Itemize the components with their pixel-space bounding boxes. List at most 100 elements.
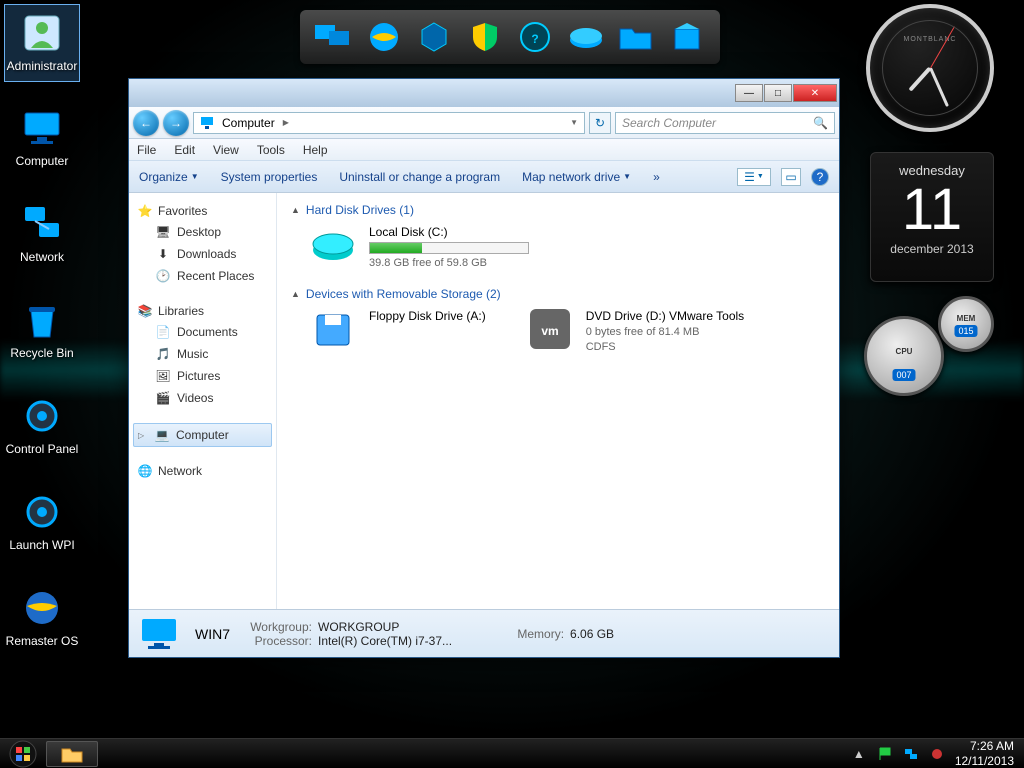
devices-header[interactable]: ▲Devices with Removable Storage (2) <box>291 287 825 301</box>
view-button[interactable]: ☰▼ <box>737 168 771 186</box>
cpu-value: 007 <box>892 369 915 381</box>
maximize-button[interactable]: □ <box>764 84 792 102</box>
calendar-gadget[interactable]: wednesday 11 december 2013 <box>870 152 994 282</box>
tray-chevron-icon[interactable]: ▲ <box>851 746 867 762</box>
minimize-button[interactable]: — <box>735 84 763 102</box>
tray-clock[interactable]: 7:26 AM 12/11/2013 <box>955 739 1014 768</box>
label: Network <box>20 250 64 264</box>
sidebar-item-recent[interactable]: 🕑Recent Places <box>133 265 272 287</box>
tray-flag-icon[interactable] <box>877 746 893 762</box>
download-icon: ⬇ <box>155 246 171 262</box>
dock-monitors-icon[interactable] <box>312 16 354 58</box>
dock-help-icon[interactable]: ? <box>514 16 556 58</box>
tray-network-icon[interactable] <box>903 746 919 762</box>
dock-box-icon[interactable] <box>666 16 708 58</box>
dock-disk-icon[interactable] <box>565 16 607 58</box>
chevron-right-icon: ▷ <box>138 431 148 440</box>
hdd-icon <box>309 225 357 265</box>
music-icon: 🎵 <box>155 346 171 362</box>
more-button[interactable]: » <box>653 170 660 184</box>
computer-icon <box>200 115 216 131</box>
start-button[interactable] <box>4 741 42 767</box>
videos-icon: 🎬 <box>155 390 171 406</box>
menu-edit[interactable]: Edit <box>174 143 195 157</box>
map-network-drive-button[interactable]: Map network drive▼ <box>522 170 631 184</box>
cpu-gadget[interactable]: CPU 007 MEM 015 <box>864 296 994 416</box>
address-bar[interactable]: Computer▶ ▼ <box>193 112 585 134</box>
menu-help[interactable]: Help <box>303 143 328 157</box>
second-hand <box>930 26 955 68</box>
desktop-icon-computer[interactable]: Computer <box>4 100 80 178</box>
menu-file[interactable]: File <box>137 143 156 157</box>
sidebar-item-downloads[interactable]: ⬇Downloads <box>133 243 272 265</box>
drive-local-c[interactable]: Local Disk (C:) 39.8 GB free of 59.8 GB <box>309 225 825 269</box>
desktop-icon-recyclebin[interactable]: Recycle Bin <box>4 292 80 370</box>
dock: ? <box>300 10 720 64</box>
taskbar-explorer[interactable] <box>46 741 98 767</box>
libraries-group: 📚Libraries 📄Documents 🎵Music 🖼Pictures 🎬… <box>133 301 272 409</box>
sidebar-item-documents[interactable]: 📄Documents <box>133 321 272 343</box>
organize-button[interactable]: Organize▼ <box>139 170 199 184</box>
sidebar-item-pictures[interactable]: 🖼Pictures <box>133 365 272 387</box>
menu-view[interactable]: View <box>213 143 239 157</box>
memory-value: 6.06 GB <box>570 627 614 641</box>
back-button[interactable]: ← <box>133 110 159 136</box>
search-icon: 🔍 <box>813 116 828 130</box>
sidebar-item-desktop[interactable]: 🖥Desktop <box>133 221 272 243</box>
network-icon: 🌐 <box>137 463 153 479</box>
search-input[interactable]: Search Computer 🔍 <box>615 112 835 134</box>
dock-shield-icon[interactable] <box>464 16 506 58</box>
minute-hand <box>929 67 949 107</box>
help-button[interactable]: ? <box>811 168 829 186</box>
favorites-group: ⭐Favorites 🖥Desktop ⬇Downloads 🕑Recent P… <box>133 201 272 287</box>
preview-pane-button[interactable]: ▭ <box>781 168 801 186</box>
calendar-month-year: december 2013 <box>871 242 993 256</box>
drive-name: DVD Drive (D:) VMware Tools <box>586 309 744 323</box>
label: Launch WPI <box>9 538 74 552</box>
hdd-header[interactable]: ▲Hard Disk Drives (1) <box>291 203 825 217</box>
forward-button[interactable]: → <box>163 110 189 136</box>
libraries-header[interactable]: 📚Libraries <box>133 301 272 321</box>
desktop-icon-network[interactable]: Network <box>4 196 80 274</box>
hour-hand <box>908 67 931 92</box>
sidebar-item-videos[interactable]: 🎬Videos <box>133 387 272 409</box>
sidebar-item-computer[interactable]: ▷💻Computer <box>133 423 272 447</box>
drive-name: Local Disk (C:) <box>369 225 529 239</box>
desktop-icon-administrator[interactable]: Administrator <box>4 4 80 82</box>
calendar-dow: wednesday <box>871 163 993 178</box>
desktop-icon-remasteros[interactable]: Remaster OS <box>4 580 80 658</box>
computer-group: ▷💻Computer <box>133 423 272 447</box>
floppy-icon <box>309 309 357 349</box>
drive-floppy-a[interactable]: Floppy Disk Drive (A:) <box>309 309 486 353</box>
sidebar-item-network[interactable]: 🌐Network <box>133 461 272 481</box>
breadcrumb-computer[interactable]: Computer▶ <box>222 116 289 130</box>
desktop: Administrator Computer Network Recycle B… <box>0 0 1024 738</box>
label: Recycle Bin <box>10 346 73 360</box>
menu-tools[interactable]: Tools <box>257 143 285 157</box>
close-button[interactable]: ✕ <box>793 84 837 102</box>
drive-dvd-d[interactable]: vm DVD Drive (D:) VMware Tools 0 bytes f… <box>526 309 744 353</box>
desktop-icon-launchwpi[interactable]: Launch WPI <box>4 484 80 562</box>
ie-icon <box>18 584 66 632</box>
pictures-icon: 🖼 <box>155 368 171 384</box>
system-properties-button[interactable]: System properties <box>221 170 318 184</box>
desktop-icon-controlpanel[interactable]: Control Panel <box>4 388 80 466</box>
favorites-header[interactable]: ⭐Favorites <box>133 201 272 221</box>
titlebar[interactable]: — □ ✕ <box>129 79 839 107</box>
sidebar-item-music[interactable]: 🎵Music <box>133 343 272 365</box>
processor-value: Intel(R) Core(TM) i7-37... <box>318 634 452 648</box>
uninstall-program-button[interactable]: Uninstall or change a program <box>339 170 500 184</box>
search-placeholder: Search Computer <box>622 116 716 130</box>
navigation-pane: ⭐Favorites 🖥Desktop ⬇Downloads 🕑Recent P… <box>129 193 277 609</box>
clock-brand: MONTBLANC <box>870 36 990 43</box>
dropdown-icon[interactable]: ▼ <box>570 118 578 127</box>
taskbar: ▲ 7:26 AM 12/11/2013 <box>0 738 1024 768</box>
clock-gadget[interactable]: MONTBLANC <box>866 4 994 132</box>
tray-volume-icon[interactable] <box>929 746 945 762</box>
dock-cube-icon[interactable] <box>413 16 455 58</box>
cpu-label: CPU <box>867 347 941 356</box>
dock-globe-icon[interactable] <box>363 16 405 58</box>
refresh-button[interactable]: ↻ <box>589 112 611 134</box>
dock-folder-icon[interactable] <box>615 16 657 58</box>
content-pane: ▲Hard Disk Drives (1) Local Disk (C:) 39… <box>277 193 839 609</box>
